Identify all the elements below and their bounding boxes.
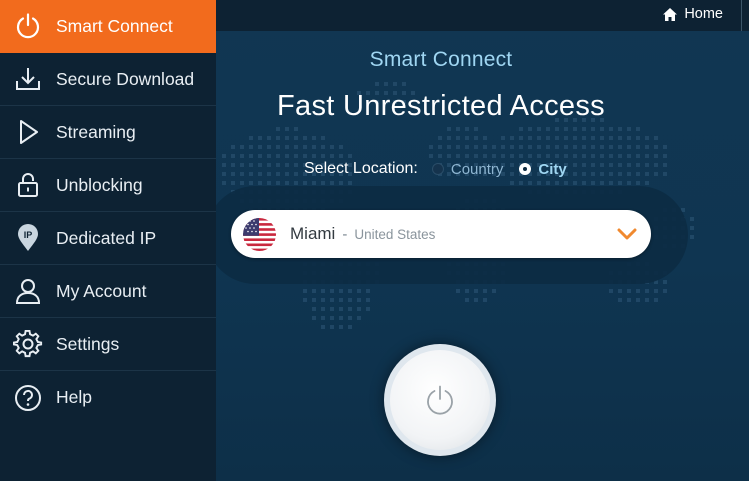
sidebar-item-help[interactable]: Help xyxy=(0,371,216,424)
home-label: Home xyxy=(684,6,723,22)
location-label: Select Location: xyxy=(304,160,418,177)
help-icon xyxy=(0,383,56,413)
sidebar-item-settings[interactable]: Settings xyxy=(0,318,216,371)
sidebar-item-my-account[interactable]: My Account xyxy=(0,265,216,318)
radio-country-label: Country xyxy=(450,160,504,178)
sidebar: Smart Connect Secure Download Streaming … xyxy=(0,0,216,481)
sidebar-item-label: My Account xyxy=(56,280,147,301)
radio-city-indicator xyxy=(519,163,532,175)
gear-icon xyxy=(0,329,56,359)
chevron-down-icon xyxy=(617,228,637,240)
power-icon xyxy=(0,11,56,41)
app-window: Smart Connect Secure Download Streaming … xyxy=(0,0,749,481)
radio-country[interactable]: Country xyxy=(431,160,504,178)
location-selector: Select Location: Country City xyxy=(304,160,583,178)
play-icon xyxy=(0,117,56,147)
sidebar-item-label: Secure Download xyxy=(56,68,195,89)
divider xyxy=(741,0,742,31)
section-subtitle: Smart Connect xyxy=(369,48,513,71)
connect-power-button[interactable] xyxy=(390,350,490,450)
sidebar-item-dedicated-ip[interactable]: IP Dedicated IP xyxy=(0,212,216,265)
sidebar-item-label: Dedicated IP xyxy=(56,227,157,248)
user-icon xyxy=(0,276,56,306)
lock-icon xyxy=(0,170,56,200)
main-panel: Home Smart Connect Fast Unrestricted Acc… xyxy=(216,0,749,481)
radio-city[interactable]: City xyxy=(519,160,567,178)
sidebar-item-label: Unblocking xyxy=(56,174,143,195)
location-dropdown[interactable]: Miami - United States xyxy=(231,210,651,258)
us-flag-icon xyxy=(243,217,276,251)
download-icon xyxy=(0,64,56,94)
top-bar: Home xyxy=(216,0,749,31)
page-title: Fast Unrestricted Access xyxy=(277,90,605,122)
power-icon xyxy=(427,385,453,415)
sidebar-item-label: Settings xyxy=(56,333,120,354)
selected-city: Miami xyxy=(290,224,336,243)
svg-text:IP: IP xyxy=(24,230,33,240)
sidebar-item-label: Help xyxy=(56,387,92,407)
home-link[interactable]: Home xyxy=(662,6,723,22)
sidebar-item-streaming[interactable]: Streaming xyxy=(0,106,216,159)
sidebar-item-label: Smart Connect xyxy=(56,15,173,36)
sidebar-item-secure-download[interactable]: Secure Download xyxy=(0,53,216,106)
ip-pin-icon: IP xyxy=(0,223,56,253)
selected-country: United States xyxy=(354,226,436,242)
radio-city-label: City xyxy=(538,160,567,178)
sidebar-item-unblocking[interactable]: Unblocking xyxy=(0,159,216,212)
radio-country-indicator xyxy=(431,163,444,175)
separator: - xyxy=(342,225,348,243)
home-icon xyxy=(663,7,678,21)
sidebar-item-label: Streaming xyxy=(56,121,136,142)
sidebar-item-smart-connect[interactable]: Smart Connect xyxy=(0,0,216,53)
